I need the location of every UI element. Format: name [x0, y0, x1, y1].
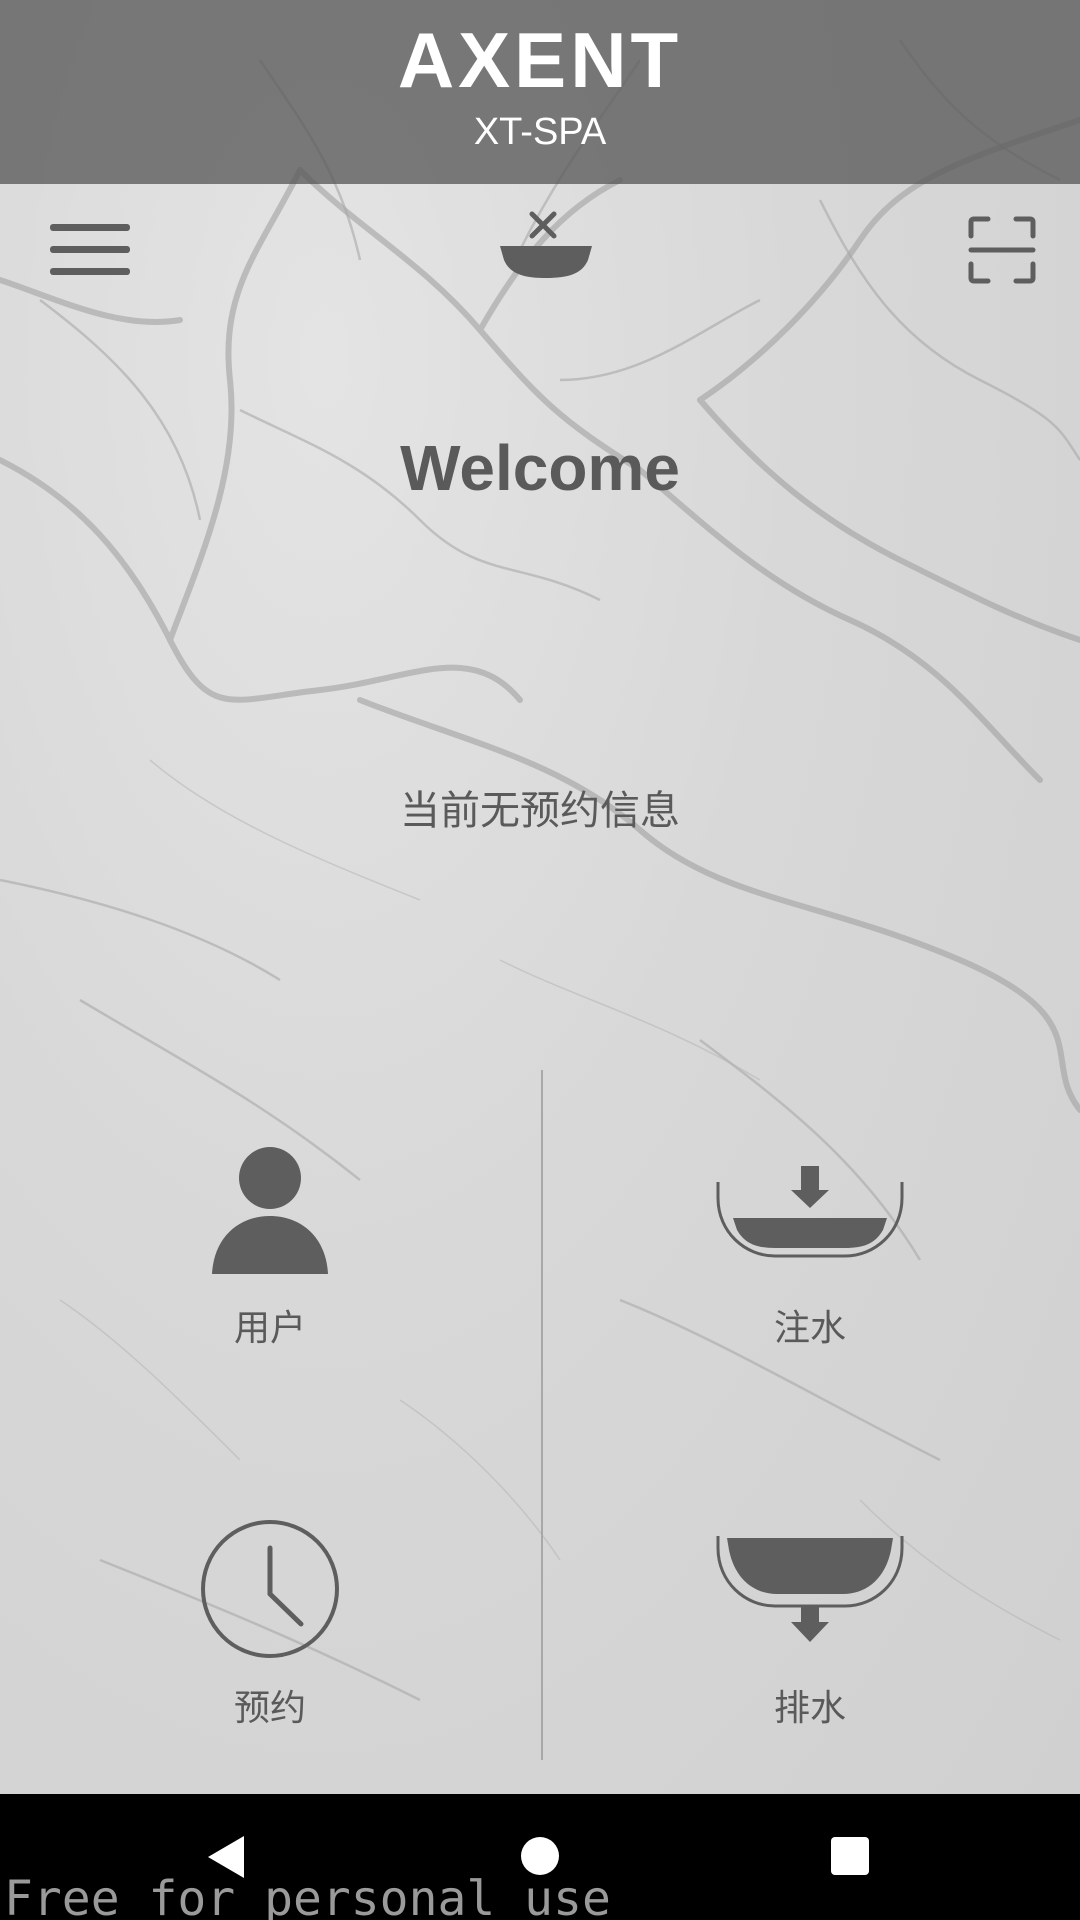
app-screen: AXENT XT-SPA Welcome 当前无预约信息 用户 注水 预约 排水…	[0, 0, 1080, 1920]
user-icon	[212, 1147, 328, 1274]
model-name: XT-SPA	[473, 111, 607, 153]
watermark-text: Free for personal use	[4, 1871, 611, 1920]
drain-water-label: 排水	[773, 1687, 846, 1728]
fill-water-button[interactable]: 注水	[540, 1120, 1080, 1480]
bathtub-disconnected-icon	[500, 211, 592, 278]
hamburger-menu-icon[interactable]	[48, 220, 132, 280]
home-circle-icon[interactable]	[520, 1836, 560, 1876]
welcome-heading: Welcome	[400, 432, 680, 504]
drain-water-icon	[716, 1536, 904, 1642]
reservation-label: 预约	[233, 1687, 306, 1728]
fill-water-label: 注水	[773, 1307, 846, 1348]
recent-square-icon[interactable]	[830, 1836, 870, 1876]
reservation-status-text: 当前无预约信息	[400, 789, 680, 833]
fill-water-icon	[716, 1166, 904, 1258]
user-button[interactable]: 用户	[0, 1120, 540, 1480]
app-header: AXENT XT-SPA	[0, 0, 1080, 184]
scan-frame-icon[interactable]	[968, 216, 1036, 284]
user-label: 用户	[233, 1307, 306, 1348]
brand-logo: AXENT	[397, 16, 683, 104]
clock-icon	[201, 1520, 339, 1658]
